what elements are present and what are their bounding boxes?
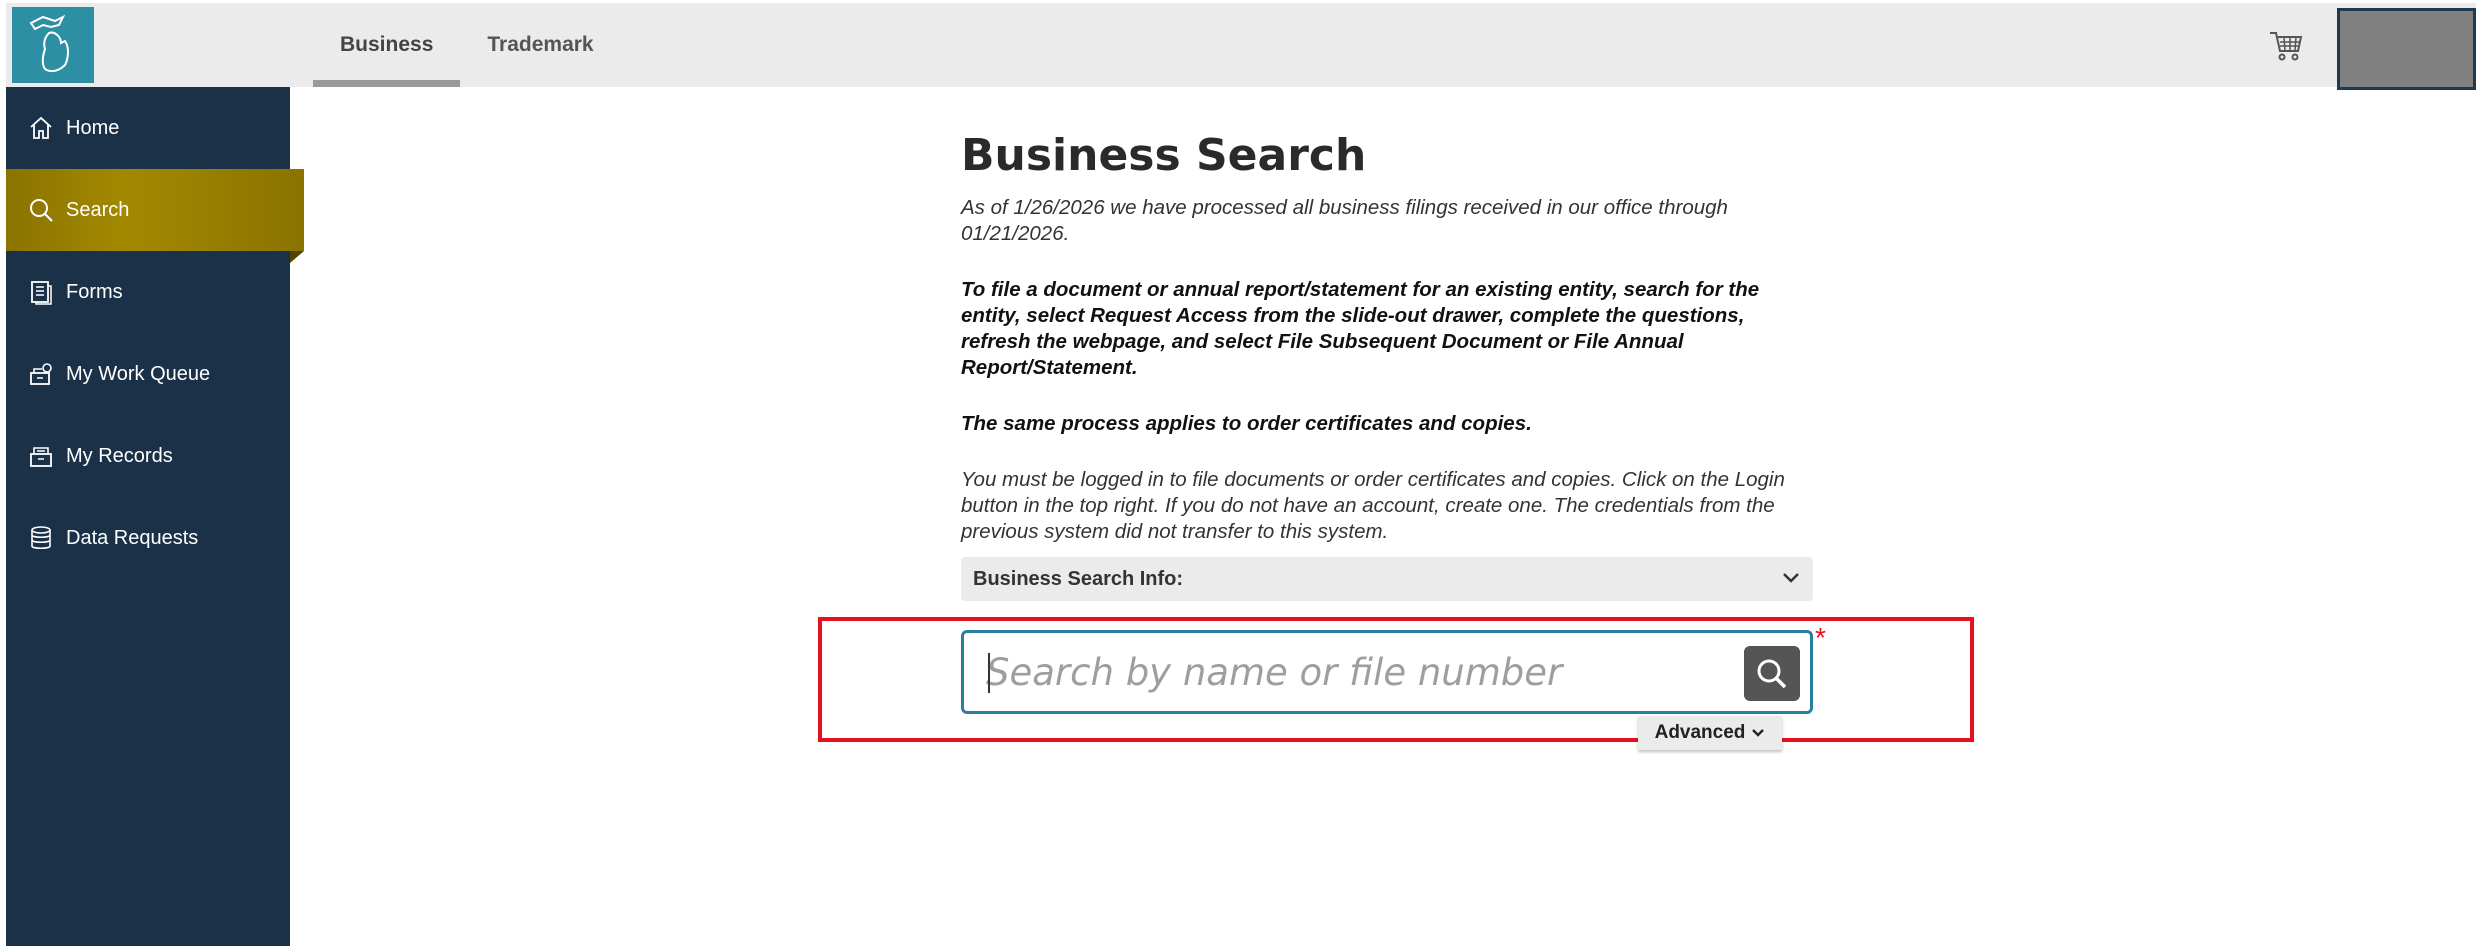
chevron-down-icon xyxy=(1781,568,1801,591)
sidebar-item-data-requests[interactable]: Data Requests xyxy=(6,497,290,579)
sidebar-item-my-records[interactable]: My Records xyxy=(6,415,290,497)
home-icon xyxy=(26,113,56,143)
top-bar: Business Trademark xyxy=(6,3,2476,90)
sidebar-item-label: Search xyxy=(66,198,130,221)
sidebar: Home Search Forms My Work Queue My Recor… xyxy=(6,87,304,946)
sidebar-item-label: My Work Queue xyxy=(66,362,211,385)
account-button[interactable] xyxy=(2337,8,2476,90)
required-indicator: * xyxy=(1815,622,1826,653)
sidebar-item-home[interactable]: Home xyxy=(6,87,290,169)
search-icon xyxy=(1757,659,1787,688)
search-icon xyxy=(26,195,56,225)
business-search-info-toggle[interactable]: Business Search Info: xyxy=(961,557,1813,601)
database-icon xyxy=(26,523,56,553)
info-bar-label: Business Search Info: xyxy=(973,567,1184,590)
page-title: Business Search xyxy=(961,130,1367,181)
michigan-logo-icon[interactable] xyxy=(12,7,94,83)
tab-trademark[interactable]: Trademark xyxy=(460,3,620,87)
login-note: You must be logged in to file documents … xyxy=(961,468,1785,543)
chevron-down-icon xyxy=(1751,722,1765,744)
advanced-label: Advanced xyxy=(1654,722,1746,743)
sidebar-item-search[interactable]: Search xyxy=(6,169,304,263)
main-content: Business Search As of 1/26/2026 we have … xyxy=(961,130,1813,601)
sidebar-item-label: My Records xyxy=(66,444,173,467)
filing-instructions: To file a document or annual report/stat… xyxy=(961,278,1760,379)
advanced-search-button[interactable]: Advanced xyxy=(1638,716,1782,750)
work-queue-icon xyxy=(26,359,56,389)
sidebar-item-label: Forms xyxy=(66,280,123,303)
cart-icon[interactable] xyxy=(2266,25,2306,65)
sidebar-item-label: Data Requests xyxy=(66,526,199,549)
same-process-note: The same process applies to order certif… xyxy=(961,412,1532,435)
search-input[interactable] xyxy=(986,647,1716,697)
sidebar-item-my-work-queue[interactable]: My Work Queue xyxy=(6,333,290,415)
records-icon xyxy=(26,441,56,471)
text-caret xyxy=(988,653,990,693)
sidebar-item-label: Home xyxy=(66,116,120,139)
tab-business[interactable]: Business xyxy=(313,3,461,87)
search-button[interactable] xyxy=(1744,646,1800,701)
forms-icon xyxy=(26,277,56,307)
top-tabs: Business Trademark xyxy=(313,3,621,87)
sidebar-item-forms[interactable]: Forms xyxy=(6,251,290,333)
processed-note: As of 1/26/2026 we have processed all bu… xyxy=(961,196,1728,245)
search-field xyxy=(961,630,1813,714)
